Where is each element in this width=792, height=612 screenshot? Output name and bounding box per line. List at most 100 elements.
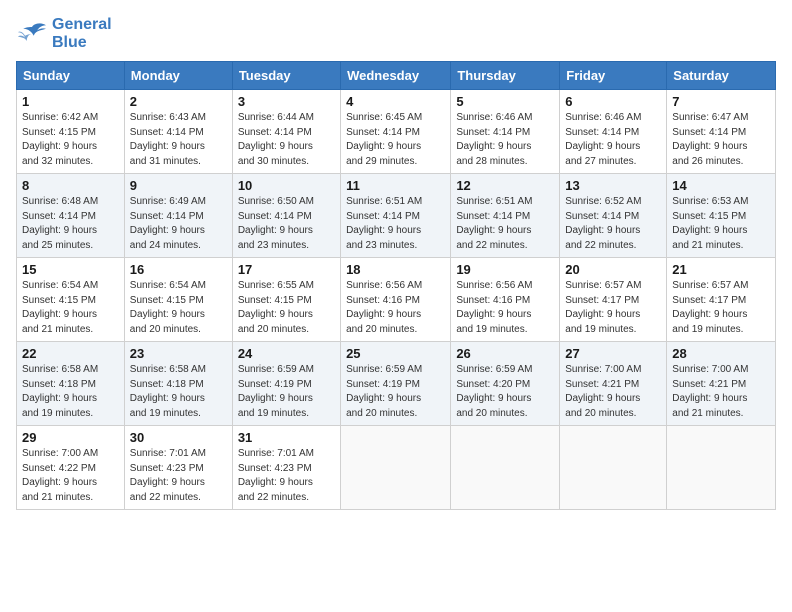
day-info: Sunrise: 6:59 AMSunset: 4:19 PMDaylight:…	[346, 363, 445, 421]
day-info: Sunrise: 6:53 AMSunset: 4:15 PMDaylight:…	[672, 195, 770, 253]
day-header-saturday: Saturday	[667, 62, 776, 90]
day-number: 11	[346, 178, 445, 193]
day-info: Sunrise: 6:46 AMSunset: 4:14 PMDaylight:…	[456, 111, 554, 169]
day-info: Sunrise: 7:01 AMSunset: 4:23 PMDaylight:…	[130, 447, 227, 505]
calendar-cell: 14 Sunrise: 6:53 AMSunset: 4:15 PMDayligh…	[667, 174, 776, 258]
calendar-cell: 15Sunrise: 6:54 AMSunset: 4:15 PMDayligh…	[17, 258, 125, 342]
day-number: 5	[456, 94, 554, 109]
calendar-cell: 13 Sunrise: 6:52 AMSunset: 4:14 PMDayligh…	[560, 174, 667, 258]
day-header-sunday: Sunday	[17, 62, 125, 90]
day-number: 6	[565, 94, 661, 109]
day-number: 17	[238, 262, 335, 277]
calendar-cell: 30 Sunrise: 7:01 AMSunset: 4:23 PMDayligh…	[124, 426, 232, 510]
calendar-week-row: 22 Sunrise: 6:58 AMSunset: 4:18 PMDayligh…	[17, 342, 776, 426]
logo-icon	[16, 20, 48, 48]
day-info: Sunrise: 7:00 AMSunset: 4:21 PMDaylight:…	[565, 363, 661, 421]
day-info: Sunrise: 6:56 AMSunset: 4:16 PMDaylight:…	[346, 279, 445, 337]
day-number: 15	[22, 262, 119, 277]
calendar-cell	[560, 426, 667, 510]
day-info: Sunrise: 6:51 AMSunset: 4:14 PMDaylight:…	[346, 195, 445, 253]
day-number: 19	[456, 262, 554, 277]
day-info: Sunrise: 6:44 AMSunset: 4:14 PMDaylight:…	[238, 111, 335, 169]
day-info: Sunrise: 6:59 AMSunset: 4:19 PMDaylight:…	[238, 363, 335, 421]
calendar-cell: 21 Sunrise: 6:57 AMSunset: 4:17 PMDayligh…	[667, 258, 776, 342]
day-info: Sunrise: 6:50 AMSunset: 4:14 PMDaylight:…	[238, 195, 335, 253]
calendar-cell: 7 Sunrise: 6:47 AMSunset: 4:14 PMDaylight…	[667, 90, 776, 174]
calendar-cell: 16Sunrise: 6:54 AMSunset: 4:15 PMDayligh…	[124, 258, 232, 342]
day-number: 21	[672, 262, 770, 277]
calendar-cell: 8 Sunrise: 6:48 AMSunset: 4:14 PMDaylight…	[17, 174, 125, 258]
day-number: 23	[130, 346, 227, 361]
calendar-cell: 18Sunrise: 6:56 AMSunset: 4:16 PMDayligh…	[341, 258, 451, 342]
day-info: Sunrise: 6:49 AMSunset: 4:14 PMDaylight:…	[130, 195, 227, 253]
day-header-monday: Monday	[124, 62, 232, 90]
day-number: 29	[22, 430, 119, 445]
calendar-cell	[341, 426, 451, 510]
day-number: 3	[238, 94, 335, 109]
calendar-cell: 27 Sunrise: 7:00 AMSunset: 4:21 PMDayligh…	[560, 342, 667, 426]
calendar-cell: 12Sunrise: 6:51 AMSunset: 4:14 PMDayligh…	[451, 174, 560, 258]
day-info: Sunrise: 6:58 AMSunset: 4:18 PMDaylight:…	[22, 363, 119, 421]
calendar-cell	[667, 426, 776, 510]
calendar-cell: 23 Sunrise: 6:58 AMSunset: 4:18 PMDayligh…	[124, 342, 232, 426]
day-info: Sunrise: 6:48 AMSunset: 4:14 PMDaylight:…	[22, 195, 119, 253]
calendar-week-row: 1 Sunrise: 6:42 AMSunset: 4:15 PMDaylight…	[17, 90, 776, 174]
calendar-cell: 2 Sunrise: 6:43 AMSunset: 4:14 PMDaylight…	[124, 90, 232, 174]
day-number: 2	[130, 94, 227, 109]
day-number: 28	[672, 346, 770, 361]
day-number: 8	[22, 178, 119, 193]
day-number: 25	[346, 346, 445, 361]
calendar-week-row: 15Sunrise: 6:54 AMSunset: 4:15 PMDayligh…	[17, 258, 776, 342]
calendar-cell: 5 Sunrise: 6:46 AMSunset: 4:14 PMDaylight…	[451, 90, 560, 174]
day-number: 7	[672, 94, 770, 109]
calendar-cell: 6Sunrise: 6:46 AMSunset: 4:14 PMDaylight…	[560, 90, 667, 174]
day-info: Sunrise: 6:52 AMSunset: 4:14 PMDaylight:…	[565, 195, 661, 253]
calendar-cell: 26Sunrise: 6:59 AMSunset: 4:20 PMDayligh…	[451, 342, 560, 426]
calendar-cell	[451, 426, 560, 510]
day-number: 24	[238, 346, 335, 361]
day-info: Sunrise: 6:56 AMSunset: 4:16 PMDaylight:…	[456, 279, 554, 337]
calendar-cell: 1 Sunrise: 6:42 AMSunset: 4:15 PMDaylight…	[17, 90, 125, 174]
day-number: 4	[346, 94, 445, 109]
page-header: General Blue	[16, 16, 776, 51]
day-info: Sunrise: 6:55 AMSunset: 4:15 PMDaylight:…	[238, 279, 335, 337]
calendar-cell: 19 Sunrise: 6:56 AMSunset: 4:16 PMDayligh…	[451, 258, 560, 342]
calendar-header-row: SundayMondayTuesdayWednesdayThursdayFrid…	[17, 62, 776, 90]
logo: General Blue	[16, 16, 112, 51]
day-number: 10	[238, 178, 335, 193]
calendar-week-row: 8 Sunrise: 6:48 AMSunset: 4:14 PMDaylight…	[17, 174, 776, 258]
day-number: 12	[456, 178, 554, 193]
day-number: 31	[238, 430, 335, 445]
calendar-week-row: 29 Sunrise: 7:00 AMSunset: 4:22 PMDayligh…	[17, 426, 776, 510]
day-info: Sunrise: 6:57 AMSunset: 4:17 PMDaylight:…	[672, 279, 770, 337]
calendar-cell: 3 Sunrise: 6:44 AMSunset: 4:14 PMDaylight…	[232, 90, 340, 174]
calendar-cell: 25 Sunrise: 6:59 AMSunset: 4:19 PMDayligh…	[341, 342, 451, 426]
logo-text: General Blue	[52, 16, 112, 51]
day-info: Sunrise: 7:00 AMSunset: 4:22 PMDaylight:…	[22, 447, 119, 505]
day-number: 30	[130, 430, 227, 445]
calendar-cell: 17 Sunrise: 6:55 AMSunset: 4:15 PMDayligh…	[232, 258, 340, 342]
day-info: Sunrise: 6:42 AMSunset: 4:15 PMDaylight:…	[22, 111, 119, 169]
day-number: 9	[130, 178, 227, 193]
calendar-cell: 29 Sunrise: 7:00 AMSunset: 4:22 PMDayligh…	[17, 426, 125, 510]
day-info: Sunrise: 7:00 AMSunset: 4:21 PMDaylight:…	[672, 363, 770, 421]
day-info: Sunrise: 6:57 AMSunset: 4:17 PMDaylight:…	[565, 279, 661, 337]
day-number: 20	[565, 262, 661, 277]
calendar-cell: 10 Sunrise: 6:50 AMSunset: 4:14 PMDayligh…	[232, 174, 340, 258]
day-number: 16	[130, 262, 227, 277]
day-info: Sunrise: 6:45 AMSunset: 4:14 PMDaylight:…	[346, 111, 445, 169]
day-info: Sunrise: 6:47 AMSunset: 4:14 PMDaylight:…	[672, 111, 770, 169]
day-number: 22	[22, 346, 119, 361]
day-number: 14	[672, 178, 770, 193]
day-number: 13	[565, 178, 661, 193]
day-header-tuesday: Tuesday	[232, 62, 340, 90]
day-info: Sunrise: 6:43 AMSunset: 4:14 PMDaylight:…	[130, 111, 227, 169]
day-header-friday: Friday	[560, 62, 667, 90]
day-number: 1	[22, 94, 119, 109]
calendar-cell: 28 Sunrise: 7:00 AMSunset: 4:21 PMDayligh…	[667, 342, 776, 426]
day-info: Sunrise: 6:58 AMSunset: 4:18 PMDaylight:…	[130, 363, 227, 421]
day-number: 27	[565, 346, 661, 361]
day-info: Sunrise: 6:59 AMSunset: 4:20 PMDaylight:…	[456, 363, 554, 421]
calendar-cell: 11 Sunrise: 6:51 AMSunset: 4:14 PMDayligh…	[341, 174, 451, 258]
calendar-cell: 9 Sunrise: 6:49 AMSunset: 4:14 PMDaylight…	[124, 174, 232, 258]
